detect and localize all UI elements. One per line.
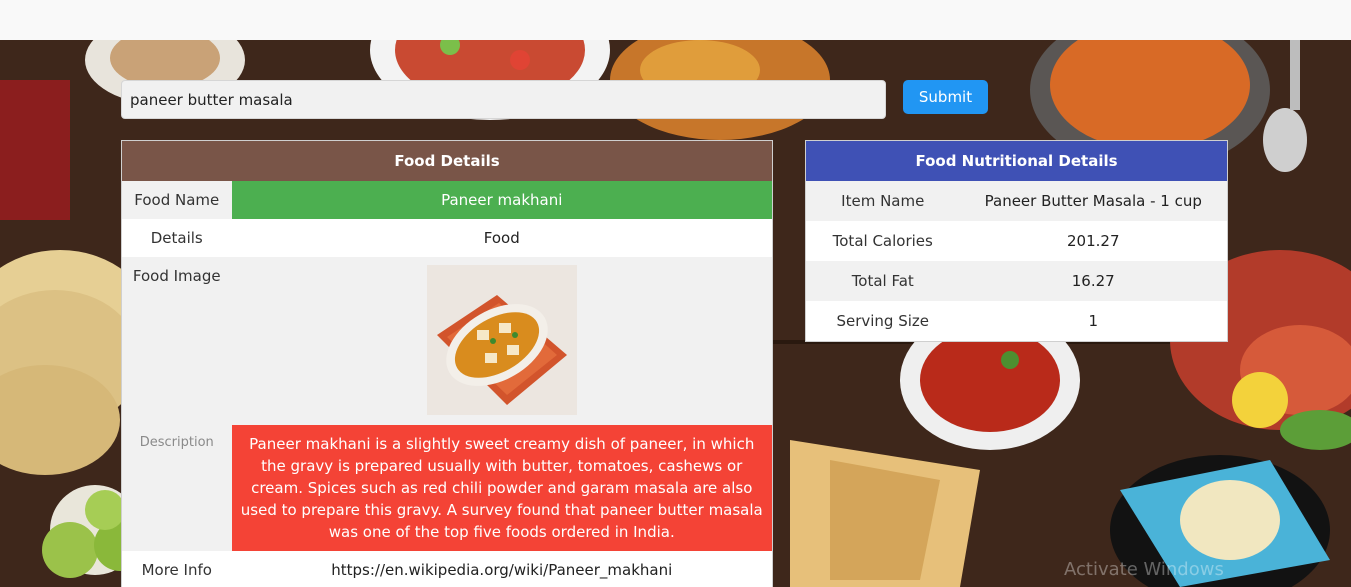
total-fat-value: 16.27	[959, 261, 1228, 301]
total-calories-label: Total Calories	[805, 221, 960, 261]
description-label: Description	[121, 425, 232, 551]
food-name-row: Food Name Paneer makhani	[121, 181, 773, 219]
food-image	[426, 265, 577, 415]
food-details-table: Food Details Food Name Paneer makhani De…	[121, 140, 773, 587]
nutrition-row: Total Fat 16.27	[805, 261, 1228, 301]
nutrition-header: Food Nutritional Details	[805, 140, 1228, 181]
details-value: Food	[231, 219, 773, 257]
more-info-link[interactable]: https://en.wikipedia.org/wiki/Paneer_mak…	[231, 551, 773, 587]
more-info-label: More Info	[121, 551, 232, 587]
food-details-header: Food Details	[121, 140, 773, 181]
food-name-value: Paneer makhani	[231, 181, 773, 219]
food-name-label: Food Name	[121, 181, 232, 219]
nutrition-row: Serving Size 1	[805, 301, 1228, 342]
nutrition-table: Food Nutritional Details Item Name Panee…	[805, 140, 1228, 342]
nutrition-row: Item Name Paneer Butter Masala - 1 cup	[805, 181, 1228, 221]
total-fat-label: Total Fat	[805, 261, 960, 301]
serving-size-value: 1	[959, 301, 1228, 342]
serving-size-label: Serving Size	[805, 301, 960, 342]
description-value: Paneer makhani is a slightly sweet cream…	[231, 425, 773, 551]
submit-button[interactable]: Submit	[903, 80, 988, 114]
item-name-label: Item Name	[805, 181, 960, 221]
more-info-row: More Info https://en.wikipedia.org/wiki/…	[121, 551, 773, 587]
details-row: Details Food	[121, 219, 773, 257]
details-label: Details	[121, 219, 232, 257]
item-name-value: Paneer Butter Masala - 1 cup	[959, 181, 1228, 221]
food-image-label: Food Image	[121, 257, 232, 425]
search-input[interactable]	[121, 80, 886, 119]
top-bar	[0, 0, 1351, 40]
description-row: Description Paneer makhani is a slightly…	[121, 425, 773, 551]
total-calories-value: 201.27	[959, 221, 1228, 261]
nutrition-row: Total Calories 201.27	[805, 221, 1228, 261]
food-image-row: Food Image	[121, 257, 773, 425]
activate-windows-watermark: Activate Windows	[1064, 559, 1224, 580]
